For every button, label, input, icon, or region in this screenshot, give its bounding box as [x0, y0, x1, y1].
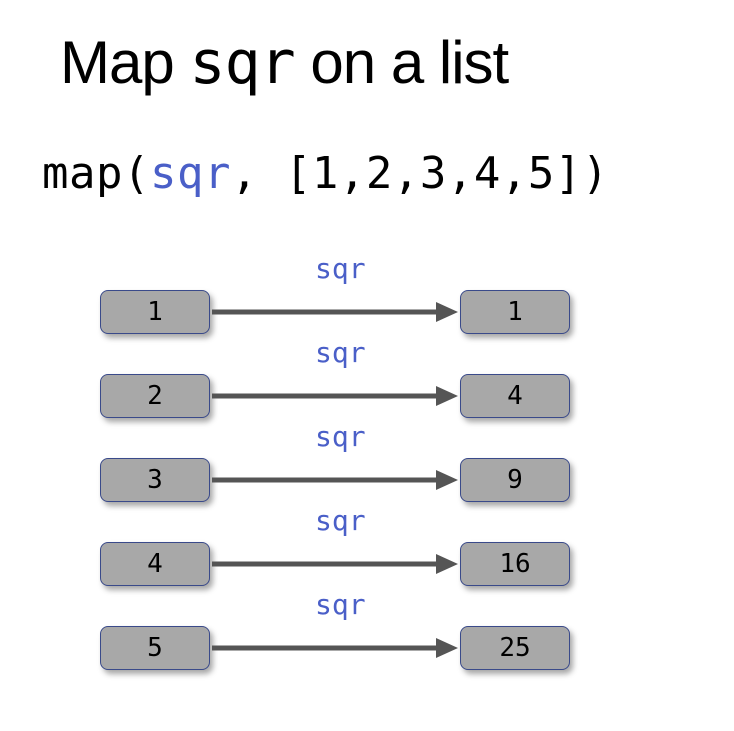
title: Map sqr on a list	[60, 28, 508, 98]
input-value: 2	[147, 381, 163, 411]
arrow-icon	[210, 458, 460, 502]
input-box: 4	[100, 542, 210, 586]
arrow-icon	[210, 542, 460, 586]
function-label: sqr	[315, 252, 366, 285]
output-value: 9	[507, 465, 523, 495]
map-row: sqr 4 16	[100, 502, 570, 586]
arrow-icon	[210, 626, 460, 670]
title-function-name: sqr	[189, 28, 294, 98]
code-expression: map(sqr, [1,2,3,4,5])	[42, 148, 609, 199]
output-box: 1	[460, 290, 570, 334]
input-box: 3	[100, 458, 210, 502]
function-label: sqr	[315, 420, 366, 453]
arrow-icon	[210, 374, 460, 418]
input-value: 4	[147, 549, 163, 579]
code-prefix: map(	[42, 148, 150, 199]
code-suffix: , [1,2,3,4,5])	[231, 148, 609, 199]
output-value: 1	[507, 297, 523, 327]
map-row: sqr 3 9	[100, 418, 570, 502]
output-box: 4	[460, 374, 570, 418]
input-value: 5	[147, 633, 163, 663]
output-box: 25	[460, 626, 570, 670]
input-box: 2	[100, 374, 210, 418]
output-value: 4	[507, 381, 523, 411]
output-box: 9	[460, 458, 570, 502]
map-rows: sqr 1 1 sqr 2 4 sqr 3 9 sqr 4 16 sqr 5	[100, 250, 570, 670]
map-row: sqr 5 25	[100, 586, 570, 670]
input-box: 1	[100, 290, 210, 334]
title-suffix: on a list	[295, 29, 508, 96]
input-box: 5	[100, 626, 210, 670]
arrow-icon	[210, 290, 460, 334]
output-value: 25	[499, 633, 530, 663]
function-label: sqr	[315, 588, 366, 621]
output-box: 16	[460, 542, 570, 586]
function-label: sqr	[315, 504, 366, 537]
function-label: sqr	[315, 336, 366, 369]
input-value: 3	[147, 465, 163, 495]
map-row: sqr 1 1	[100, 250, 570, 334]
input-value: 1	[147, 297, 163, 327]
title-prefix: Map	[60, 29, 189, 96]
code-function: sqr	[150, 148, 231, 199]
output-value: 16	[499, 549, 530, 579]
map-row: sqr 2 4	[100, 334, 570, 418]
